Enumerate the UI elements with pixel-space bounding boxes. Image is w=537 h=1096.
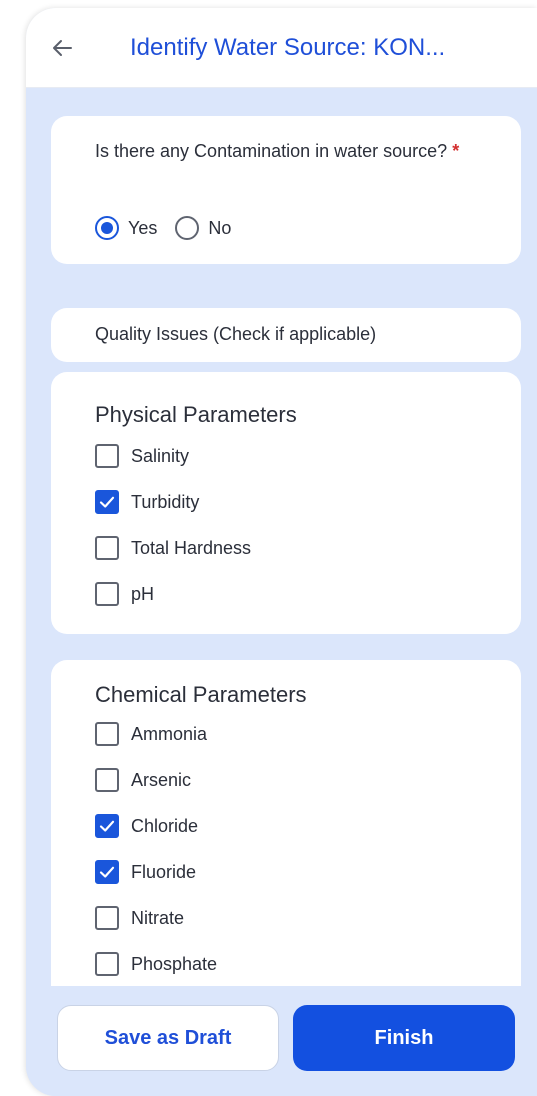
checkmark-icon (99, 820, 115, 832)
checkbox-label: pH (131, 583, 155, 604)
checkbox-arsenic[interactable] (95, 768, 119, 792)
checkmark-icon (99, 496, 115, 508)
checkbox-row-ph[interactable]: pH (95, 582, 154, 606)
checkmark-icon (99, 866, 115, 878)
bottom-action-bar: Save as Draft Finish (26, 986, 537, 1096)
phone-screen: Identify Water Source: KON... Is there a… (26, 8, 537, 1096)
physical-parameters-card: Physical Parameters Salinity Turbidity T… (51, 372, 521, 634)
checkbox-label: Fluoride (131, 861, 197, 882)
radio-yes[interactable] (95, 216, 119, 240)
checkbox-label: Turbidity (131, 491, 200, 512)
checkbox-label: Salinity (131, 445, 190, 466)
checkbox-label: Chloride (131, 815, 199, 836)
radio-label-yes: Yes (128, 217, 158, 238)
quality-issues-card: Quality Issues (Check if applicable) (51, 308, 521, 362)
checkbox-label: Total Hardness (131, 537, 252, 558)
chemical-parameters-card: Chemical Parameters Ammonia Arsenic Chlo… (51, 660, 521, 1020)
checkbox-row-nitrate[interactable]: Nitrate (95, 906, 184, 930)
checkbox-fluoride[interactable] (95, 860, 119, 884)
checkbox-total-hardness[interactable] (95, 536, 119, 560)
checkbox-label: Phosphate (131, 953, 218, 974)
radio-label-no: No (208, 217, 232, 238)
checkbox-row-fluoride[interactable]: Fluoride (95, 860, 196, 884)
checkbox-phosphate[interactable] (95, 952, 119, 976)
chemical-parameters-title: Chemical Parameters (95, 682, 307, 707)
physical-parameters-title: Physical Parameters (95, 402, 297, 427)
contamination-radio-group: Yes No (95, 216, 249, 240)
checkbox-label: Arsenic (131, 769, 192, 790)
checkbox-chloride[interactable] (95, 814, 119, 838)
checkbox-row-phosphate[interactable]: Phosphate (95, 952, 217, 976)
checkbox-row-total-hardness[interactable]: Total Hardness (95, 536, 251, 560)
question-text: Is there any Contamination in water sour… (95, 141, 448, 161)
checkbox-label: Nitrate (131, 907, 185, 928)
checkbox-row-ammonia[interactable]: Ammonia (95, 722, 207, 746)
finish-button[interactable]: Finish (293, 1005, 515, 1071)
radio-option-no[interactable]: No (175, 216, 231, 240)
contamination-card: Is there any Contamination in water sour… (51, 116, 521, 264)
checkbox-turbidity[interactable] (95, 490, 119, 514)
required-marker: * (452, 141, 460, 161)
checkbox-ammonia[interactable] (95, 722, 119, 746)
checkbox-row-salinity[interactable]: Salinity (95, 444, 189, 468)
arrow-left-icon[interactable] (52, 38, 72, 58)
checkbox-label: Ammonia (131, 723, 208, 744)
checkbox-row-arsenic[interactable]: Arsenic (95, 768, 191, 792)
checkbox-salinity[interactable] (95, 444, 119, 468)
app-bar: Identify Water Source: KON... (26, 8, 537, 88)
save-as-draft-button[interactable]: Save as Draft (57, 1005, 279, 1071)
checkbox-nitrate[interactable] (95, 906, 119, 930)
radio-no[interactable] (175, 216, 200, 240)
quality-issues-label: Quality Issues (Check if applicable) (95, 324, 377, 344)
radio-option-yes[interactable]: Yes (95, 216, 157, 240)
checkbox-row-turbidity[interactable]: Turbidity (95, 490, 199, 514)
contamination-question: Is there any Contamination in water sour… (95, 138, 485, 165)
checkbox-ph[interactable] (95, 582, 119, 606)
page-title: Identify Water Source: KON... (130, 34, 446, 61)
checkbox-row-chloride[interactable]: Chloride (95, 814, 198, 838)
